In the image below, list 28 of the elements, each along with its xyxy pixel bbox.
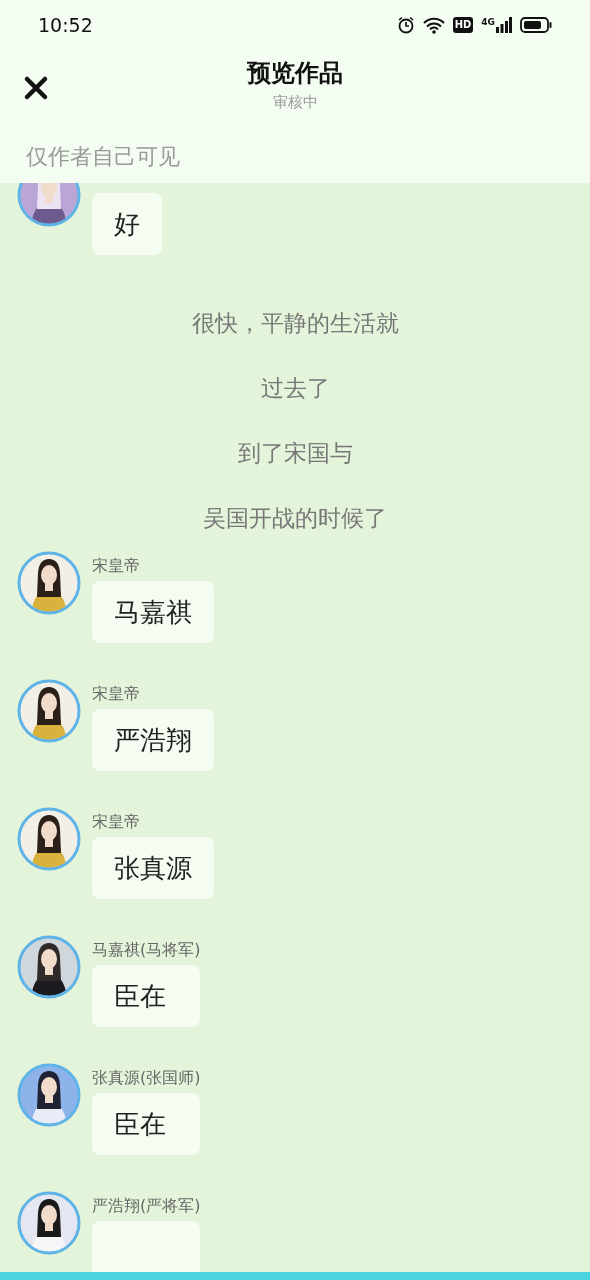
hd-badge: HD <box>452 17 474 33</box>
speaker-name: 宋皇帝 <box>92 555 141 577</box>
visibility-notice: 仅作者自己可见 <box>25 142 181 171</box>
speaker-name: 严浩翔(严将军) <box>92 1195 201 1217</box>
narration-text: 吴国开战的时候了 <box>203 504 387 533</box>
speaker-name: 宋皇帝 <box>92 683 141 705</box>
narration-text: 很快，平静的生活就 <box>191 309 399 338</box>
chat-bubble: 严浩翔 <box>92 709 214 771</box>
speaker-name: 马嘉祺(马将军) <box>92 939 201 961</box>
wifi-icon <box>422 16 445 34</box>
narration-text: 到了宋国与 <box>237 439 353 468</box>
status-time: 10:52 <box>38 14 93 36</box>
speaker-name: 宋皇帝 <box>92 811 141 833</box>
review-status: 审核中 <box>272 92 318 112</box>
chat-bubble: 马嘉祺 <box>92 581 214 643</box>
battery-icon <box>520 17 552 33</box>
close-button[interactable] <box>22 74 50 102</box>
page-title: 预览作品 <box>247 57 343 89</box>
chat-bubble: 张真源 <box>92 837 214 899</box>
narration-text: 过去了 <box>260 374 330 403</box>
chat-bubble: 好 <box>92 193 162 255</box>
chat-bubble: 臣在 <box>92 965 201 1027</box>
speaker-name: 张真源(张国师) <box>92 1067 201 1089</box>
signal-icon <box>496 17 512 33</box>
network-type: 4G <box>481 17 495 27</box>
chat-bubble: 臣在 <box>92 1093 201 1155</box>
close-icon <box>22 74 50 102</box>
alarm-icon <box>396 16 415 34</box>
